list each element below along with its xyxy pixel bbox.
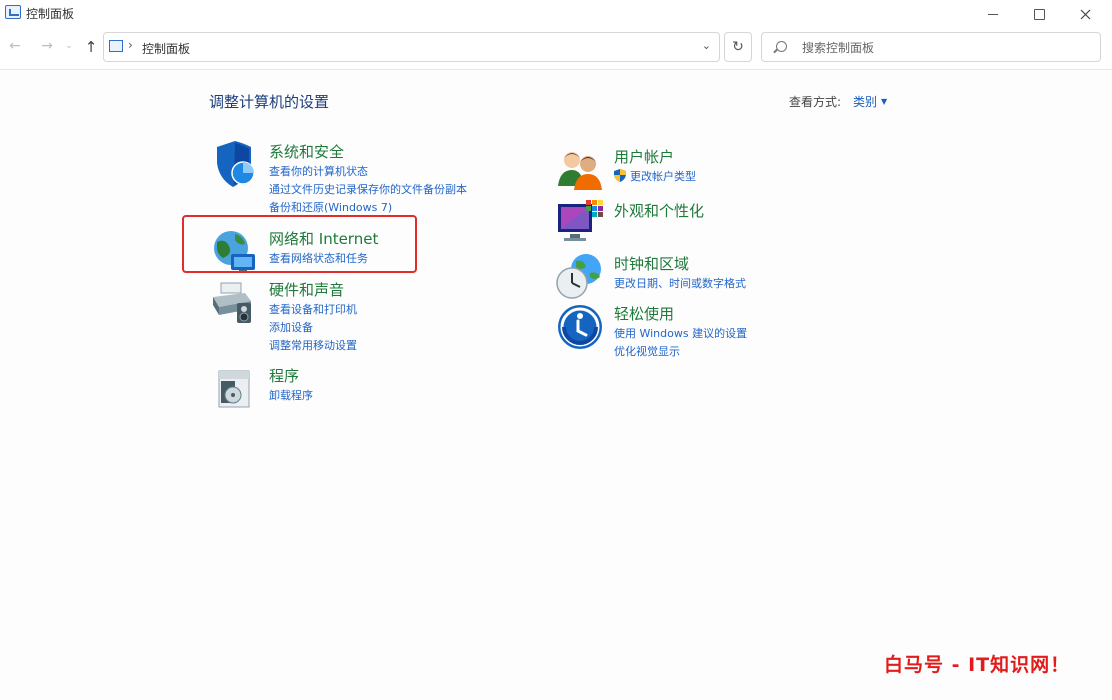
- clock-globe-icon[interactable]: [556, 253, 604, 301]
- uac-shield-icon: [614, 169, 626, 182]
- programs-box-icon[interactable]: [211, 365, 259, 413]
- link-devices-printers[interactable]: 查看设备和打印机: [269, 301, 357, 319]
- view-by-value[interactable]: 类别: [853, 95, 877, 109]
- highlight-box: [182, 215, 417, 273]
- control-panel-location-icon: [109, 40, 123, 52]
- back-button[interactable]: ←: [6, 38, 24, 54]
- recent-locations-button[interactable]: ⌄: [60, 41, 78, 51]
- breadcrumb-control-panel[interactable]: 控制面板: [142, 40, 190, 57]
- refresh-icon: ↻: [732, 39, 744, 55]
- category-title[interactable]: 系统和安全: [269, 141, 344, 162]
- link-mobility-settings[interactable]: 调整常用移动设置: [269, 337, 357, 355]
- users-icon[interactable]: [556, 146, 604, 194]
- printer-icon[interactable]: [211, 279, 259, 327]
- maximize-button[interactable]: [1016, 0, 1062, 28]
- link-view-computer-status[interactable]: 查看你的计算机状态: [269, 163, 467, 181]
- search-input[interactable]: [800, 38, 1094, 58]
- search-icon: [776, 41, 787, 52]
- link-change-account-type[interactable]: 更改帐户类型: [614, 168, 696, 186]
- category-title[interactable]: 轻松使用: [614, 303, 674, 324]
- link-uninstall-program[interactable]: 卸载程序: [269, 387, 313, 405]
- up-button[interactable]: ↑: [82, 38, 100, 56]
- link-file-history[interactable]: 通过文件历史记录保存你的文件备份副本: [269, 181, 467, 199]
- view-by-label: 查看方式:: [789, 95, 842, 109]
- link-add-device[interactable]: 添加设备: [269, 319, 357, 337]
- search-box[interactable]: [761, 32, 1101, 62]
- minimize-button[interactable]: [970, 0, 1016, 28]
- minimize-icon: [988, 13, 998, 15]
- maximize-icon: [1033, 8, 1045, 20]
- address-bar[interactable]: › 控制面板 ⌄: [103, 32, 720, 62]
- accessibility-icon[interactable]: [556, 303, 604, 351]
- link-change-account-type-label[interactable]: 更改帐户类型: [630, 170, 696, 183]
- forward-button[interactable]: →: [38, 38, 56, 54]
- close-icon: [1080, 9, 1090, 19]
- category-title[interactable]: 程序: [269, 365, 299, 386]
- monitor-palette-icon[interactable]: [556, 200, 604, 248]
- category-title[interactable]: 用户帐户: [614, 146, 674, 167]
- page-title: 调整计算机的设置: [209, 93, 330, 111]
- window-title: 控制面板: [26, 7, 75, 21]
- caret-down-icon: ▼: [881, 97, 888, 106]
- control-panel-app-icon: [5, 5, 21, 19]
- title-bar: 控制面板: [0, 0, 1112, 28]
- navigation-bar: ← → ⌄ ↑ › 控制面板 ⌄ ↻: [0, 28, 1112, 70]
- shield-icon[interactable]: [211, 141, 259, 189]
- watermark: 白马号 - IT知识网！: [884, 654, 1071, 676]
- category-title[interactable]: 外观和个性化: [614, 200, 704, 221]
- breadcrumb-separator-icon[interactable]: ›: [128, 38, 133, 52]
- link-windows-recommended-settings[interactable]: 使用 Windows 建议的设置: [614, 325, 747, 343]
- address-dropdown-icon[interactable]: ⌄: [702, 39, 711, 52]
- category-title[interactable]: 硬件和声音: [269, 279, 344, 300]
- refresh-button[interactable]: ↻: [724, 32, 752, 62]
- link-date-time-format[interactable]: 更改日期、时间或数字格式: [614, 275, 746, 293]
- link-optimize-visual-display[interactable]: 优化视觉显示: [614, 343, 747, 361]
- view-by-selector[interactable]: 类别 ▼: [853, 93, 887, 110]
- category-title[interactable]: 时钟和区域: [614, 253, 689, 274]
- close-button[interactable]: [1062, 0, 1108, 28]
